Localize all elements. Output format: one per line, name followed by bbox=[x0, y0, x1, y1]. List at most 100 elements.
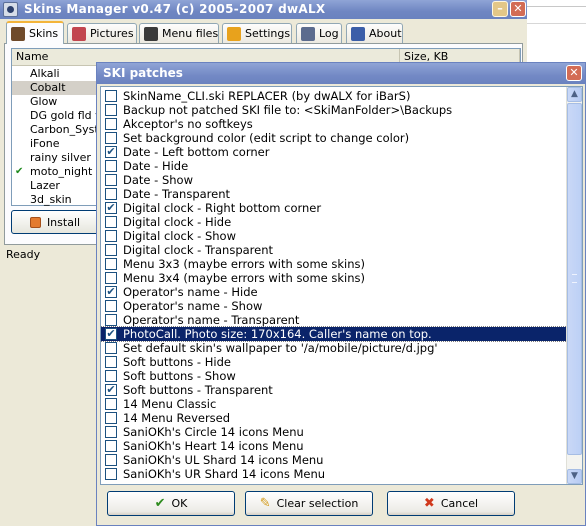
patch-checkbox[interactable] bbox=[105, 370, 117, 382]
patch-checkbox[interactable] bbox=[105, 244, 117, 256]
patch-list-item[interactable]: Menu 3x4 (maybe errors with some skins) bbox=[101, 271, 567, 285]
patch-list-item[interactable]: Operator's name - Show bbox=[101, 299, 567, 313]
dialog-close-button[interactable]: ✕ bbox=[566, 65, 582, 81]
tab-label: Log bbox=[319, 27, 339, 40]
patch-checkbox[interactable]: ✔ bbox=[105, 202, 117, 214]
patch-checkbox[interactable] bbox=[105, 230, 117, 242]
scroll-down-button[interactable]: ▼ bbox=[567, 469, 582, 484]
patch-checkbox[interactable] bbox=[105, 104, 117, 116]
patch-list[interactable]: SkinName_CLI.ski REPLACER (by dwALX for … bbox=[100, 86, 583, 485]
patch-checkbox[interactable] bbox=[105, 132, 117, 144]
patch-list-item[interactable]: ✔ Soft buttons - Transparent bbox=[101, 383, 567, 397]
minimize-button[interactable]: – bbox=[492, 1, 508, 17]
status-text: Ready bbox=[6, 248, 41, 261]
patch-list-item[interactable]: Digital clock - Transparent bbox=[101, 243, 567, 257]
tab-skins[interactable]: Skins bbox=[6, 21, 64, 44]
cancel-button[interactable]: ✖ Cancel bbox=[387, 491, 515, 516]
about-icon bbox=[351, 26, 365, 41]
patch-list-item[interactable]: ✔ Digital clock - Right bottom corner bbox=[101, 201, 567, 215]
patch-list-item[interactable]: SaniOKh's Heart 14 icons Menu bbox=[101, 439, 567, 453]
patch-checkbox[interactable]: ✔ bbox=[105, 384, 117, 396]
patch-checkbox[interactable] bbox=[105, 258, 117, 270]
patch-checkbox[interactable] bbox=[105, 188, 117, 200]
patch-list-item[interactable]: SaniOKh's UR Shard 14 icons Menu bbox=[101, 467, 567, 481]
patch-list-item[interactable]: SaniOKh's UL Shard 14 icons Menu bbox=[101, 453, 567, 467]
patch-list-item[interactable]: ✔ PhotoCall. Photo size: 170x164. Caller'… bbox=[101, 326, 568, 342]
app-icon bbox=[3, 2, 18, 17]
patch-checkbox[interactable]: ✔ bbox=[105, 328, 117, 340]
patch-label: Operator's name - Transparent bbox=[123, 313, 300, 327]
patch-list-item[interactable]: Backup not patched SKI file to: <SkiManF… bbox=[101, 103, 567, 117]
patch-checkbox[interactable] bbox=[105, 272, 117, 284]
patch-checkbox[interactable] bbox=[105, 440, 117, 452]
patch-list-item[interactable]: Menu 3x3 (maybe errors with some skins) bbox=[101, 257, 567, 271]
tab-log[interactable]: Log bbox=[296, 23, 342, 43]
main-title-bar[interactable]: Skins Manager v0.47 (c) 2005-2007 dwALX … bbox=[0, 0, 527, 19]
tab-settings[interactable]: Settings bbox=[222, 23, 292, 43]
patch-checkbox[interactable] bbox=[105, 426, 117, 438]
patch-checkbox[interactable] bbox=[105, 90, 117, 102]
patch-list-item[interactable]: SkinName_CLI.ski REPLACER (by dwALX for … bbox=[101, 89, 567, 103]
patch-label: Date - Hide bbox=[123, 159, 189, 173]
install-label: Install bbox=[46, 215, 81, 229]
log-icon bbox=[301, 26, 315, 41]
patch-checkbox[interactable] bbox=[105, 356, 117, 368]
ski-patches-dialog: SKI patches ✕ SkinName_CLI.ski REPLACER … bbox=[96, 62, 586, 526]
window-title: Skins Manager v0.47 (c) 2005-2007 dwALX bbox=[24, 2, 326, 16]
patch-label: Date - Left bottom corner bbox=[123, 145, 270, 159]
patch-list-item[interactable]: Set background color (edit script to cha… bbox=[101, 131, 567, 145]
tab-about[interactable]: About bbox=[346, 23, 403, 43]
skins-icon bbox=[11, 26, 25, 41]
pictures-icon bbox=[72, 26, 86, 41]
patch-list-item[interactable]: Digital clock - Show bbox=[101, 229, 567, 243]
patch-list-scrollbar[interactable]: ▲ ▼ bbox=[566, 87, 582, 484]
patch-checkbox[interactable] bbox=[105, 412, 117, 424]
patch-list-item[interactable]: Soft buttons - Hide bbox=[101, 355, 567, 369]
patch-list-item[interactable]: Date - Hide bbox=[101, 159, 567, 173]
patch-label: Set background color (edit script to cha… bbox=[123, 131, 410, 145]
patch-label: Soft buttons - Show bbox=[123, 369, 236, 383]
clear-selection-button[interactable]: ✎ Clear selection bbox=[245, 491, 373, 516]
tab-label: Pictures bbox=[90, 27, 134, 40]
dialog-title-bar[interactable]: SKI patches ✕ bbox=[97, 63, 585, 84]
ok-button[interactable]: ✔ OK bbox=[107, 491, 235, 516]
patch-label: SaniOKh's UL Shard 14 icons Menu bbox=[123, 453, 324, 467]
patch-list-item[interactable]: Akceptor's no softkeys bbox=[101, 117, 567, 131]
skin-name: Glow bbox=[30, 95, 58, 108]
patch-label: PhotoCall. Photo size: 170x164. Caller's… bbox=[123, 327, 432, 341]
patch-checkbox[interactable] bbox=[105, 454, 117, 466]
patch-list-item[interactable]: Operator's name - Transparent bbox=[101, 313, 567, 327]
skin-name: Cobalt bbox=[30, 81, 66, 94]
patch-list-item[interactable]: SaniOKh's Circle 14 icons Menu bbox=[101, 425, 567, 439]
scroll-up-button[interactable]: ▲ bbox=[567, 87, 582, 102]
tab-pictures[interactable]: Pictures bbox=[67, 23, 137, 43]
patch-list-item[interactable]: Digital clock - Hide bbox=[101, 215, 567, 229]
patch-checkbox[interactable] bbox=[105, 314, 117, 326]
patch-list-item[interactable]: 14 Menu Classic bbox=[101, 397, 567, 411]
install-button[interactable]: Install bbox=[11, 210, 99, 234]
patch-list-item[interactable]: 14 Menu Reversed bbox=[101, 411, 567, 425]
patch-list-item[interactable]: Date - Transparent bbox=[101, 187, 567, 201]
patch-checkbox[interactable] bbox=[105, 118, 117, 130]
patch-list-item[interactable]: Date - Show bbox=[101, 173, 567, 187]
patch-checkbox[interactable] bbox=[105, 342, 117, 354]
patch-checkbox[interactable] bbox=[105, 174, 117, 186]
skin-name: moto_night bbox=[30, 165, 93, 178]
patch-checkbox[interactable] bbox=[105, 216, 117, 228]
patch-checkbox[interactable]: ✔ bbox=[105, 146, 117, 158]
tab-label: Menu files bbox=[162, 27, 219, 40]
patch-label: SkinName_CLI.ski REPLACER (by dwALX for … bbox=[123, 89, 411, 103]
patch-checkbox[interactable] bbox=[105, 300, 117, 312]
patch-checkbox[interactable] bbox=[105, 398, 117, 410]
patch-list-item[interactable]: Set default skin's wallpaper to '/a/mobi… bbox=[101, 341, 567, 355]
tab-menu-files[interactable]: Menu files bbox=[139, 23, 219, 43]
scroll-thumb[interactable] bbox=[567, 103, 582, 455]
patch-list-item[interactable]: ✔ Operator's name - Hide bbox=[101, 285, 567, 299]
patch-checkbox[interactable]: ✔ bbox=[105, 286, 117, 298]
patch-list-item[interactable]: Soft buttons - Show bbox=[101, 369, 567, 383]
patch-checkbox[interactable] bbox=[105, 468, 117, 480]
close-button[interactable]: ✕ bbox=[510, 1, 526, 17]
patch-list-item[interactable]: ✔ Date - Left bottom corner bbox=[101, 145, 567, 159]
patch-label: Digital clock - Hide bbox=[123, 215, 232, 229]
patch-checkbox[interactable] bbox=[105, 160, 117, 172]
